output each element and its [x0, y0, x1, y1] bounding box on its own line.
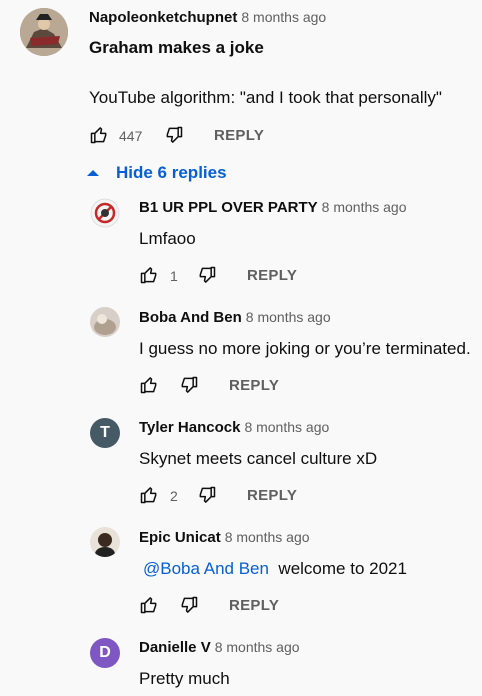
reply-author[interactable]: Tyler Hancock 8 months ago — [139, 419, 329, 436]
thumbs-down-icon[interactable] — [197, 485, 217, 505]
thumbs-up-icon[interactable] — [139, 265, 159, 285]
author-name[interactable]: Tyler Hancock — [139, 419, 240, 436]
reply-author[interactable]: B1 UR PPL OVER PARTY 8 months ago — [139, 199, 407, 216]
hide-replies-button[interactable]: Hide 6 replies — [86, 162, 227, 184]
reply-text: @Boba And Ben welcome to 2021 — [143, 559, 407, 579]
author-name[interactable]: Boba And Ben — [139, 309, 242, 326]
thumbs-up-icon[interactable] — [89, 125, 109, 145]
reply-author[interactable]: Boba And Ben 8 months ago — [139, 309, 331, 326]
author-name[interactable]: B1 UR PPL OVER PARTY — [139, 199, 318, 216]
like-count: 447 — [119, 128, 143, 144]
mention-link[interactable]: @Boba And Ben — [143, 559, 269, 578]
reply-text: Lmfaoo — [139, 229, 196, 248]
author-name[interactable]: Epic Unicat — [139, 529, 221, 546]
reply-time[interactable]: 8 months ago — [246, 309, 331, 325]
thumbs-up-icon[interactable] — [139, 595, 159, 615]
like-count: 1 — [170, 268, 178, 284]
reply-button[interactable]: REPLY — [214, 127, 264, 144]
reply-button[interactable]: REPLY — [229, 377, 279, 394]
caret-up-icon — [87, 170, 99, 176]
comment-text-line2: YouTube algorithm: "and I took that pers… — [89, 88, 442, 107]
reply-text-body: welcome to 2021 — [278, 559, 407, 578]
avatar[interactable] — [90, 198, 120, 228]
avatar-letter: D — [99, 644, 111, 661]
reply-text: Pretty much — [139, 669, 230, 688]
thumbs-down-icon[interactable] — [197, 265, 217, 285]
reply-button[interactable]: REPLY — [229, 597, 279, 614]
thumbs-down-icon[interactable] — [164, 125, 184, 145]
thumbs-down-icon[interactable] — [179, 595, 199, 615]
reply-button[interactable]: REPLY — [247, 267, 297, 284]
reply-text: Skynet meets cancel culture xD — [139, 449, 378, 468]
comment-text-line1: Graham makes a joke — [89, 38, 264, 57]
avatar[interactable]: T — [90, 418, 120, 448]
like-count: 2 — [170, 488, 178, 504]
comment-time[interactable]: 8 months ago — [241, 9, 326, 25]
thumbs-up-icon[interactable] — [139, 485, 159, 505]
reply-time[interactable]: 8 months ago — [215, 639, 300, 655]
avatar[interactable] — [90, 307, 120, 337]
reply-time[interactable]: 8 months ago — [225, 529, 310, 545]
reply-time[interactable]: 8 months ago — [322, 199, 407, 215]
reply-author[interactable]: Epic Unicat 8 months ago — [139, 529, 310, 546]
avatar[interactable]: D — [90, 638, 120, 668]
author-name[interactable]: Danielle V — [139, 639, 211, 656]
avatar-letter: T — [100, 424, 110, 441]
reply-button[interactable]: REPLY — [247, 487, 297, 504]
author-name[interactable]: Napoleonketchupnet — [89, 9, 237, 26]
avatar[interactable] — [20, 8, 68, 56]
comment-author[interactable]: Napoleonketchupnet 8 months ago — [89, 9, 326, 26]
thumbs-down-icon[interactable] — [179, 375, 199, 395]
reply-time[interactable]: 8 months ago — [244, 419, 329, 435]
reply-author[interactable]: Danielle V8 months ago — [139, 639, 300, 656]
reply-text: I guess no more joking or you’re termina… — [139, 339, 471, 358]
avatar[interactable] — [90, 527, 120, 557]
thumbs-up-icon[interactable] — [139, 375, 159, 395]
hide-replies-label: Hide 6 replies — [116, 163, 227, 182]
